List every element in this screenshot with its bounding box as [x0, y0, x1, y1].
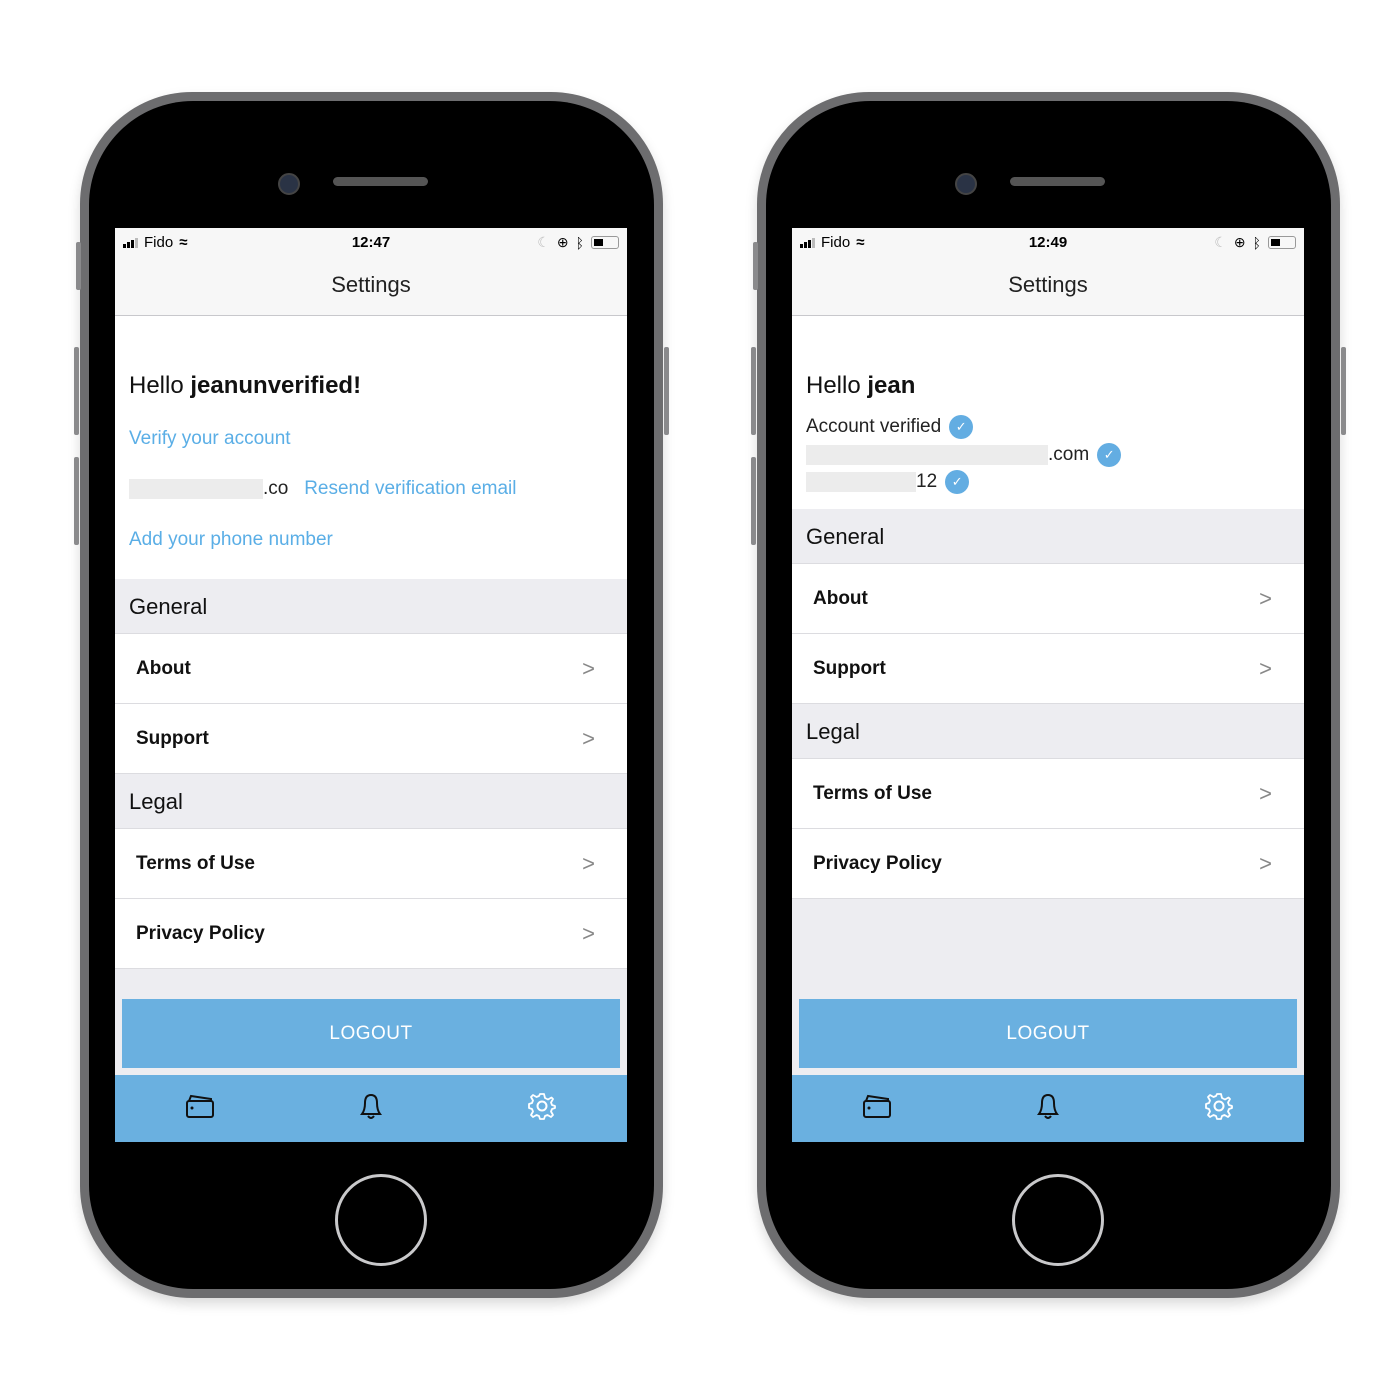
footer-area: LOGOUT — [115, 969, 627, 1075]
verify-account-link[interactable]: Verify your account — [129, 428, 291, 450]
volume-down-button — [751, 457, 756, 545]
list-item-privacy-policy[interactable]: Privacy Policy > — [115, 899, 627, 969]
speaker-grille — [333, 177, 428, 186]
email-suffix: .co — [263, 478, 289, 499]
home-button[interactable] — [335, 1174, 427, 1266]
battery-icon — [591, 236, 619, 249]
settings-screen: Fido ≈ 12:47 ☾ ⊕ ᛒ Settings Hello jeanunver… — [115, 228, 627, 1142]
item-label: Support — [136, 727, 209, 749]
chevron-right-icon: > — [582, 850, 595, 876]
list-item-privacy-policy[interactable]: Privacy Policy > — [792, 829, 1304, 899]
tab-wallet-icon[interactable] — [180, 1093, 220, 1124]
verified-label: Account verified — [806, 416, 942, 438]
item-label: Support — [813, 657, 886, 679]
bluetooth-icon: ᛒ — [575, 234, 584, 251]
volume-up-button — [751, 347, 756, 435]
list-item-terms-of-use[interactable]: Terms of Use > — [792, 759, 1304, 829]
rotation-lock-icon: ⊕ — [1233, 234, 1246, 250]
chevron-right-icon: > — [1259, 655, 1272, 681]
item-label: Privacy Policy — [136, 922, 265, 944]
list-item-terms-of-use[interactable]: Terms of Use > — [115, 829, 627, 899]
username: jeanunverified! — [190, 372, 362, 399]
greeting-prefix: Hello — [129, 372, 191, 399]
check-icon: ✓ — [949, 415, 974, 439]
chevron-right-icon: > — [1259, 780, 1272, 806]
home-button[interactable] — [1012, 1174, 1104, 1266]
item-label: About — [813, 587, 868, 609]
account-header: Hello jeanunverified! Verify your accoun… — [115, 316, 627, 579]
battery-icon — [1268, 236, 1296, 249]
page-title: Settings — [115, 258, 627, 316]
item-label: Terms of Use — [136, 852, 255, 874]
account-verified: Account verified ✓ — [806, 415, 974, 439]
bluetooth-icon: ᛒ — [1252, 234, 1261, 251]
chevron-right-icon: > — [582, 725, 595, 751]
phone-suffix: 12 — [916, 471, 938, 493]
check-icon: ✓ — [945, 470, 970, 494]
page-title: Settings — [792, 258, 1304, 316]
footer-area: LOGOUT — [792, 899, 1304, 1075]
email-suffix: .com — [1048, 444, 1090, 466]
check-icon: ✓ — [1097, 443, 1122, 467]
email-row: .co Resend verification email — [129, 478, 516, 500]
moon-icon: ☾ — [1214, 234, 1227, 250]
email-row: .com ✓ — [806, 443, 1122, 467]
tab-bar — [115, 1075, 627, 1142]
section-header-general: General — [792, 509, 1304, 564]
phone-row: 12 ✓ — [806, 470, 970, 494]
list-item-support[interactable]: Support > — [792, 634, 1304, 704]
username: jean — [867, 372, 916, 399]
section-header-legal: Legal — [792, 704, 1304, 759]
chevron-right-icon: > — [1259, 585, 1272, 611]
phone-frame: Fido ≈ 12:47 ☾ ⊕ ᛒ Settings Hello jeanunver… — [74, 92, 669, 1298]
redacted-email — [129, 478, 263, 499]
logout-button[interactable]: LOGOUT — [122, 999, 620, 1068]
tab-gear-icon[interactable] — [522, 1091, 562, 1126]
volume-up-button — [74, 347, 79, 435]
chevron-right-icon: > — [582, 920, 595, 946]
mute-switch — [753, 242, 758, 290]
tab-bar — [792, 1075, 1304, 1142]
status-bar: Fido ≈ 12:47 ☾ ⊕ ᛒ — [115, 228, 627, 258]
phone-frame: Fido ≈ 12:49 ☾ ⊕ ᛒ Settings Hello jean Acco… — [751, 92, 1346, 1298]
volume-down-button — [74, 457, 79, 545]
speaker-grille — [1010, 177, 1105, 186]
greeting: Hello jean — [806, 372, 915, 400]
tab-bell-icon[interactable] — [1028, 1091, 1068, 1126]
greeting-prefix: Hello — [806, 372, 868, 399]
power-button — [664, 347, 669, 435]
section-header-general: General — [115, 579, 627, 634]
add-phone-link[interactable]: Add your phone number — [129, 529, 333, 551]
moon-icon: ☾ — [537, 234, 550, 250]
front-camera — [955, 173, 977, 195]
tab-wallet-icon[interactable] — [857, 1093, 897, 1124]
list-item-about[interactable]: About > — [115, 634, 627, 704]
mute-switch — [76, 242, 81, 290]
redacted-email — [806, 445, 1048, 465]
rotation-lock-icon: ⊕ — [556, 234, 569, 250]
resend-verification-link[interactable]: Resend verification email — [304, 478, 516, 499]
tab-bell-icon[interactable] — [351, 1091, 391, 1126]
item-label: Terms of Use — [813, 782, 932, 804]
status-bar: Fido ≈ 12:49 ☾ ⊕ ᛒ — [792, 228, 1304, 258]
redacted-phone — [806, 472, 916, 492]
greeting: Hello jeanunverified! — [129, 372, 361, 400]
account-header: Hello jean Account verified ✓ .com ✓ 12 ✓ — [792, 316, 1304, 509]
section-header-legal: Legal — [115, 774, 627, 829]
list-item-support[interactable]: Support > — [115, 704, 627, 774]
list-item-about[interactable]: About > — [792, 564, 1304, 634]
chevron-right-icon: > — [582, 655, 595, 681]
logout-button[interactable]: LOGOUT — [799, 999, 1297, 1068]
settings-screen: Fido ≈ 12:49 ☾ ⊕ ᛒ Settings Hello jean Acco… — [792, 228, 1304, 1142]
front-camera — [278, 173, 300, 195]
chevron-right-icon: > — [1259, 850, 1272, 876]
item-label: About — [136, 657, 191, 679]
tab-gear-icon[interactable] — [1199, 1091, 1239, 1126]
power-button — [1341, 347, 1346, 435]
item-label: Privacy Policy — [813, 852, 942, 874]
